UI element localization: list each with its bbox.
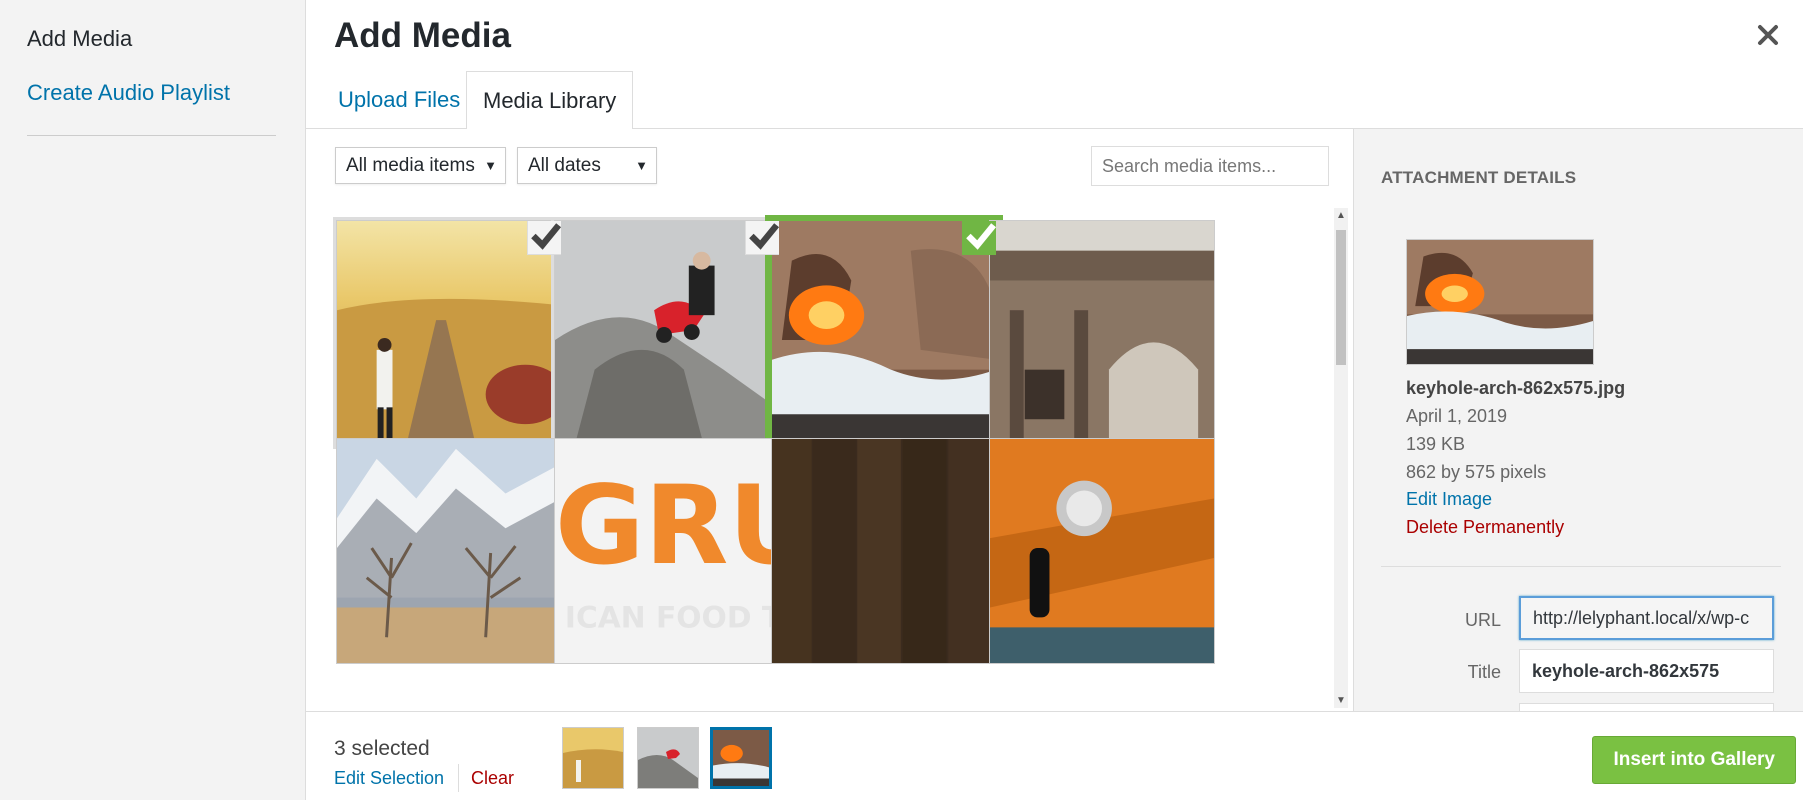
selection-thumb[interactable] xyxy=(562,727,624,789)
url-field[interactable] xyxy=(1519,596,1774,640)
rock-car-mini-image xyxy=(638,728,698,788)
orange-van-image xyxy=(990,439,1214,663)
attachment-thumb[interactable]: GRU ICAN FOOD T xyxy=(554,438,780,664)
mountains-trees-image xyxy=(337,439,561,663)
keyhole-arch-preview-image xyxy=(1407,240,1593,364)
page-title: Add Media xyxy=(334,16,511,55)
menu-item-add-media[interactable]: Add Media xyxy=(27,26,132,52)
checkmark-icon[interactable] xyxy=(962,221,996,255)
grid-scrollbar[interactable]: ▲ ▼ xyxy=(1334,208,1348,708)
media-toolbar: 3 selected Edit Selection Clear Insert i… xyxy=(306,711,1803,800)
svg-text:ICAN FOOD T: ICAN FOOD T xyxy=(565,600,779,635)
media-type-select[interactable]: All media items ▼ xyxy=(335,147,506,184)
date-value: All dates xyxy=(528,155,601,176)
menu-item-create-audio-playlist[interactable]: Create Audio Playlist xyxy=(27,80,230,106)
keyhole-arch-mini-image xyxy=(713,730,769,786)
attachment-thumb-selected[interactable] xyxy=(771,220,997,446)
attachment-thumb[interactable] xyxy=(336,220,562,446)
attachment-filesize: 139 KB xyxy=(1406,434,1466,454)
title-label: Title xyxy=(1467,662,1501,682)
attachment-preview xyxy=(1406,239,1594,365)
attachment-date: April 1, 2019 xyxy=(1406,406,1508,426)
checkmark-icon[interactable] xyxy=(745,221,779,255)
media-modal: Add Media Create Audio Playlist Add Medi… xyxy=(0,0,1803,800)
media-type-value: All media items xyxy=(346,155,475,176)
selection-thumb-active[interactable] xyxy=(710,727,772,789)
dropdown-arrow-icon: ▼ xyxy=(484,158,497,173)
attachment-dimensions: 862 by 575 pixels xyxy=(1406,462,1547,482)
title-field[interactable] xyxy=(1519,649,1774,693)
attachments-grid: GRU ICAN FOOD T xyxy=(330,215,1325,711)
svg-text:GRU: GRU xyxy=(555,462,779,589)
attachment-thumb[interactable] xyxy=(336,438,562,664)
selection-count: 3 selected xyxy=(334,737,430,760)
attachment-thumb[interactable] xyxy=(989,438,1215,664)
clear-selection-link[interactable]: Clear xyxy=(471,768,514,789)
tab-upload-files[interactable]: Upload Files xyxy=(322,71,476,129)
scroll-up-icon[interactable]: ▲ xyxy=(1336,210,1346,221)
field-path-mini-image xyxy=(563,728,623,788)
selection-thumb[interactable] xyxy=(637,727,699,789)
tab-media-library[interactable]: Media Library xyxy=(466,71,634,130)
insert-into-gallery-button[interactable]: Insert into Gallery xyxy=(1592,736,1796,784)
media-menu: Add Media Create Audio Playlist xyxy=(0,0,306,800)
roman-arch-image xyxy=(990,221,1214,445)
url-label: URL xyxy=(1464,610,1501,630)
attachment-details-sidebar: Attachment Details keyhole-arch-862x575.… xyxy=(1353,129,1803,743)
search-input[interactable] xyxy=(1091,146,1329,186)
attachment-thumb[interactable] xyxy=(771,438,997,664)
dropdown-arrow-icon: ▼ xyxy=(635,158,648,173)
date-select[interactable]: All dates ▼ xyxy=(517,147,657,184)
media-browser: All media items ▼ All dates ▼ Search med… xyxy=(306,129,1353,711)
router-tabs: Upload Files Media Library xyxy=(306,71,1803,130)
sidebar-separator xyxy=(1381,566,1781,567)
attachment-thumb[interactable] xyxy=(554,220,780,446)
attachment-details-heading: Attachment Details xyxy=(1381,168,1577,187)
edit-selection-link[interactable]: Edit Selection xyxy=(334,768,444,789)
scrollbar-thumb[interactable] xyxy=(1336,230,1346,365)
toolbar-separator xyxy=(458,764,459,792)
grub-logo-image: GRU ICAN FOOD T xyxy=(555,439,779,663)
menu-separator xyxy=(27,135,276,136)
edit-image-link[interactable]: Edit Image xyxy=(1406,489,1492,510)
wood-texture-image xyxy=(772,439,996,663)
delete-permanently-link[interactable]: Delete Permanently xyxy=(1406,517,1564,538)
close-icon[interactable] xyxy=(1751,18,1785,52)
scroll-down-icon[interactable]: ▼ xyxy=(1336,695,1346,706)
checkmark-icon[interactable] xyxy=(527,221,561,255)
attachment-filename: keyhole-arch-862x575.jpg xyxy=(1406,378,1626,398)
attachment-thumb[interactable] xyxy=(989,220,1215,446)
